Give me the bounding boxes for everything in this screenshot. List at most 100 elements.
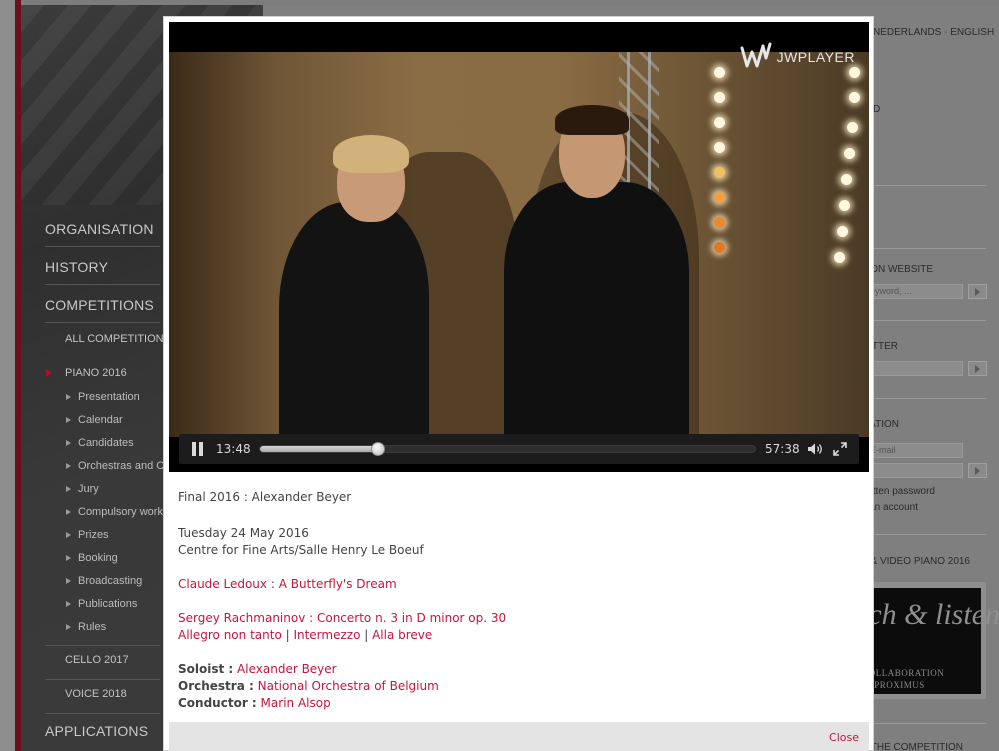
arrow-right-icon: [66, 578, 71, 584]
seek-bar[interactable]: [259, 445, 756, 453]
nav-publications[interactable]: Publications: [66, 598, 138, 610]
jwplayer-logo-icon: [740, 42, 772, 68]
nav-item-label: Compulsory works: [78, 506, 169, 518]
nav-organisation[interactable]: ORGANISATION: [45, 221, 154, 237]
nav-piano-2016[interactable]: PIANO 2016: [46, 367, 127, 379]
arrow-right-icon: [66, 463, 71, 469]
conductor-row: Conductor : Marin Alsop: [178, 695, 331, 712]
video-light: [849, 92, 860, 103]
video-light: [714, 167, 725, 178]
movement-link[interactable]: Allegro non tanto: [178, 628, 282, 642]
nav-applications[interactable]: APPLICATIONS: [45, 723, 148, 739]
video-light: [837, 226, 848, 237]
newsletter-title: NEWSLETTER: [873, 341, 898, 352]
forgot-password-link[interactable]: Forgotten password ?: [873, 486, 935, 497]
orchestra-link[interactable]: National Orchestra of Belgium: [258, 679, 439, 693]
nav-rules[interactable]: Rules: [66, 621, 107, 633]
seek-progress: [260, 446, 379, 452]
partial-text: D: [873, 104, 881, 115]
sidebar-divider: [873, 398, 986, 399]
nav-history[interactable]: HISTORY: [45, 259, 108, 275]
nav-calendar[interactable]: Calendar: [66, 414, 123, 426]
sidebar-divider: [873, 248, 986, 249]
sidebar-divider: [873, 185, 986, 186]
video-light: [834, 252, 845, 263]
work-link[interactable]: Concerto n. 3 in D minor op. 30: [317, 611, 506, 625]
nav-item-label: Rules: [78, 621, 107, 633]
nav-divider: [45, 679, 160, 680]
active-arrow-icon: [46, 369, 52, 377]
watch-listen-banner[interactable]: watch & listen IN COLLABORATION WITH PRO…: [825, 582, 999, 699]
work-link[interactable]: A Butterfly's Dream: [279, 577, 397, 591]
email-input[interactable]: E-mail: [873, 443, 963, 458]
language-switcher: NEDERLANDS - ENGLISH: [873, 27, 994, 38]
orchestra-label: Orchestra :: [178, 679, 254, 693]
video-light: [841, 174, 852, 185]
nav-item-label: Jury: [78, 483, 99, 495]
nav-item-label: Booking: [78, 552, 118, 564]
conductor-link[interactable]: Marin Alsop: [261, 696, 331, 710]
arrow-right-icon: [66, 440, 71, 446]
jwplayer-logo[interactable]: JWPLAYER: [739, 40, 855, 74]
video-player[interactable]: JWPLAYER 13:48 57:38: [169, 22, 869, 472]
nav-broadcasting[interactable]: Broadcasting: [66, 575, 142, 587]
login-title: IDENTIFICATION: [873, 419, 899, 430]
conductor-label: Conductor :: [178, 696, 257, 710]
elapsed-time: 13:48: [216, 442, 251, 456]
movement-link[interactable]: Alla breve: [372, 628, 432, 642]
soloist-link[interactable]: Alexander Beyer: [237, 662, 337, 676]
video-light: [714, 67, 725, 78]
nav-divider: [45, 322, 160, 323]
nav-booking[interactable]: Booking: [66, 552, 118, 564]
movement-link[interactable]: Intermezzo: [293, 628, 360, 642]
nav-compulsory-works[interactable]: Compulsory works: [66, 506, 169, 518]
password-input[interactable]: [873, 463, 963, 478]
video-light: [714, 242, 725, 253]
performance-date: Tuesday 24 May 2016: [178, 526, 309, 540]
video-light: [714, 92, 725, 103]
nav-divider: [45, 713, 160, 714]
newsletter-input[interactable]: [873, 361, 963, 376]
lang-english[interactable]: ENGLISH: [950, 27, 994, 38]
seek-handle[interactable]: [371, 442, 386, 456]
nav-item-label: Prizes: [78, 529, 109, 541]
create-account-link[interactable]: Create an account: [873, 502, 918, 513]
separator: |: [360, 628, 373, 642]
nav-item-label: Publications: [78, 598, 138, 610]
lang-dutch[interactable]: NEDERLANDS: [873, 27, 941, 38]
pause-button[interactable]: [191, 442, 205, 456]
arrow-right-icon: [66, 601, 71, 607]
sidebar-divider: [873, 534, 986, 535]
composer-link[interactable]: Sergey Rachmaninov: [178, 611, 305, 625]
search-submit-button[interactable]: [968, 284, 987, 299]
separator: |: [281, 628, 294, 642]
nav-piano-2016-label: PIANO 2016: [65, 367, 127, 379]
search-input[interactable]: Keyword, ...: [873, 284, 963, 299]
nav-jury[interactable]: Jury: [66, 483, 99, 495]
nav-presentation[interactable]: Presentation: [66, 391, 140, 403]
nav-competitions[interactable]: COMPETITIONS: [45, 297, 154, 313]
arrow-right-icon: [66, 417, 71, 423]
newsletter-submit-button[interactable]: [968, 361, 987, 376]
login-submit-button[interactable]: [968, 463, 987, 478]
nav-item-label: Presentation: [78, 391, 140, 403]
jwplayer-logo-text: JWPLAYER: [776, 49, 855, 65]
composer-link[interactable]: Claude Ledoux: [178, 577, 267, 591]
video-person: [279, 202, 429, 437]
search-title: SEARCH ON WEBSITE: [873, 264, 933, 275]
piece-1: Claude Ledoux : A Butterfly's Dream: [178, 576, 397, 593]
nav-all-competitions[interactable]: ALL COMPETITIONS: [65, 333, 171, 345]
close-button[interactable]: Close: [829, 731, 859, 744]
nav-cello-2017[interactable]: CELLO 2017: [65, 654, 129, 666]
nav-prizes[interactable]: Prizes: [66, 529, 109, 541]
fullscreen-icon[interactable]: [833, 442, 847, 456]
video-light: [714, 217, 725, 228]
volume-icon[interactable]: [807, 442, 825, 456]
video-frame[interactable]: [169, 52, 869, 437]
soloist-label: Soloist :: [178, 662, 234, 676]
nav-candidates[interactable]: Candidates: [66, 437, 134, 449]
lang-separator: -: [944, 27, 948, 38]
pause-icon: [199, 442, 203, 456]
pause-icon: [192, 442, 196, 456]
nav-voice-2018[interactable]: VOICE 2018: [65, 688, 127, 700]
